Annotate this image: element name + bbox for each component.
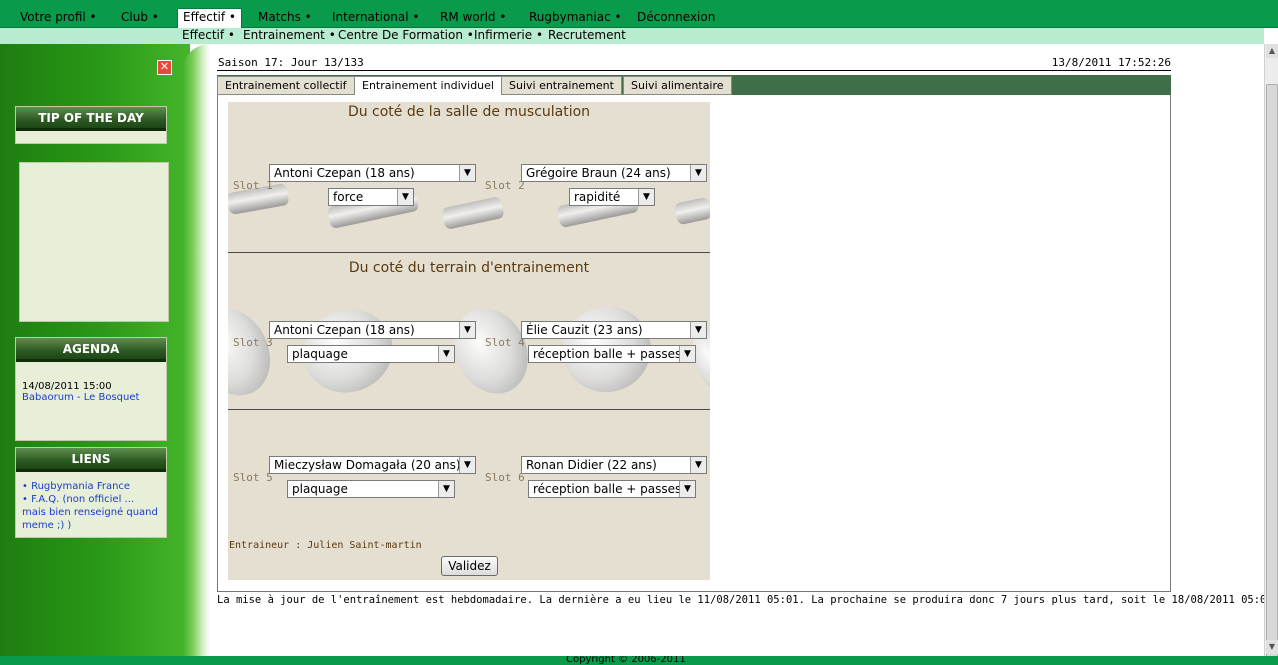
scroll-down-icon[interactable]: ▼ [1266,640,1278,654]
chevron-down-icon: ▼ [438,346,454,362]
slot-3-label: Slot 3 [233,336,273,349]
chevron-down-icon: ▼ [459,322,475,338]
slot-5-player-value: Mieczysław Domagała (20 ans) [274,458,461,472]
link-faq[interactable]: F.A.Q. (non officiel ... mais bien rense… [22,494,158,531]
slot-6-label: Slot 6 [485,471,525,484]
section-divider [228,252,710,253]
tab-suivi-alimentaire[interactable]: Suivi alimentaire [623,76,732,95]
chevron-down-icon: ▼ [397,189,413,205]
nav-deconnexion[interactable]: Déconnexion [632,9,720,28]
tip-title: TIP OF THE DAY [16,107,166,131]
slot-5-drill-value: plaquage [292,482,348,496]
slot-5-label: Slot 5 [233,471,273,484]
ad-placeholder [19,162,169,322]
rugby-ball-image [440,296,542,406]
slot-3-drill-select[interactable]: plaquage ▼ [287,345,455,363]
slot-6-drill-select[interactable]: réception balle + passes ▼ [528,480,696,498]
agenda-date: 14/08/2011 15:00 [22,381,112,392]
section-divider [228,409,710,410]
slot-6-player-value: Ronan Didier (22 ans) [526,458,657,472]
slot-2-player-value: Grégoire Braun (24 ans) [526,166,671,180]
sidebar-edge-decoration [182,44,210,665]
chevron-down-icon: ▼ [459,457,475,473]
links-box: LIENS • Rugbymania France • F.A.Q. (non … [15,447,167,538]
slot-4-player-select[interactable]: Élie Cauzit (23 ans) ▼ [521,321,707,339]
tab-entrainement-individuel[interactable]: Entrainement individuel [354,76,502,95]
scroll-up-icon[interactable]: ▲ [1266,44,1278,58]
header-rule [217,70,1171,71]
chevron-down-icon: ▼ [690,322,706,338]
slot-5-drill-select[interactable]: plaquage ▼ [287,480,455,498]
tab-bar: Entrainement collectif Entrainement indi… [217,75,1171,95]
subnav-entrainement[interactable]: Entrainement • [243,28,336,44]
tab-entrainement-collectif[interactable]: Entrainement collectif [217,76,355,95]
chevron-down-icon: ▼ [679,346,695,362]
slot-3-player-value: Antoni Czepan (18 ans) [274,323,415,337]
slot-1-player-value: Antoni Czepan (18 ans) [274,166,415,180]
field-section-title: Du coté du terrain d'entrainement [348,260,590,276]
gym-section-title: Du coté de la salle de musculation [347,104,591,120]
slot-3-player-select[interactable]: Antoni Czepan (18 ans) ▼ [269,321,476,339]
validate-button[interactable]: Validez [441,556,498,576]
chevron-down-icon: ▼ [638,189,654,205]
link-rugbymania-france[interactable]: Rugbymania France [31,481,130,492]
agenda-title: AGENDA [16,338,166,362]
agenda-box: AGENDA 14/08/2011 15:00 Babaorum - Le Bo… [15,337,167,441]
slot-6-drill-value: réception balle + passes [533,482,682,496]
copyright: Copyright © 2006-2011 [566,656,686,665]
slot-5-player-select[interactable]: Mieczysław Domagała (20 ans) ▼ [269,456,476,474]
tab-suivi-entrainement[interactable]: Suivi entrainement [501,76,622,95]
chevron-down-icon: ▼ [690,165,706,181]
coach-name: Entraineur : Julien Saint-martin [229,540,422,551]
update-note: La mise à jour de l'entraînement est heb… [217,594,1273,606]
subnav-recrutement[interactable]: Recrutement [548,28,626,44]
footer-bar: Copyright © 2006-2011 [0,656,1278,665]
slot-6-player-select[interactable]: Ronan Didier (22 ans) ▼ [521,456,707,474]
slot-3-drill-value: plaquage [292,347,348,361]
slot-4-label: Slot 4 [485,336,525,349]
nav-matchs[interactable]: Matchs • [253,9,317,28]
nav-votre-profil[interactable]: Votre profil • [15,9,102,28]
nav-international[interactable]: International • [327,9,424,28]
slot-2-drill-value: rapidité [574,190,621,204]
training-form: Du coté de la salle de musculation Slot … [228,102,710,580]
chevron-down-icon: ▼ [459,165,475,181]
scrollbar-thumb[interactable] [1266,84,1278,665]
subnav-centre-de-formation[interactable]: Centre De Formation • [338,28,474,44]
agenda-event-link[interactable]: Babaorum - Le Bosquet [22,392,160,403]
slot-2-drill-select[interactable]: rapidité ▼ [569,188,655,206]
slot-1-label: Slot 1 [233,179,273,192]
vertical-scrollbar[interactable]: ▲ ▼ [1264,44,1278,665]
slot-4-drill-select[interactable]: réception balle + passes ▼ [528,345,696,363]
chevron-down-icon: ▼ [679,481,695,497]
close-icon[interactable]: ✕ [157,60,172,75]
slot-2-player-select[interactable]: Grégoire Braun (24 ans) ▼ [521,164,707,182]
chevron-down-icon: ▼ [438,481,454,497]
chevron-down-icon: ▼ [690,457,706,473]
tip-of-the-day-box: TIP OF THE DAY [15,106,167,144]
subnav-effectif[interactable]: Effectif • [182,28,235,44]
slot-1-drill-value: force [333,190,364,204]
top-nav: Votre profil • Club • Effectif • Matchs … [0,0,1278,28]
sub-nav: Effectif • Entrainement • Centre De Form… [0,28,1264,44]
nav-rugbymaniac[interactable]: Rugbymaniac • [524,9,627,28]
server-datetime: 13/8/2011 17:52:26 [1051,56,1171,69]
subnav-infirmerie[interactable]: Infirmerie • [474,28,543,44]
slot-1-drill-select[interactable]: force ▼ [328,188,414,206]
nav-club[interactable]: Club • [116,9,164,28]
slot-2-label: Slot 2 [485,179,525,192]
slot-1-player-select[interactable]: Antoni Czepan (18 ans) ▼ [269,164,476,182]
dumbbell-image [674,196,710,226]
dumbbell-image [441,196,505,230]
links-title: LIENS [16,448,166,472]
nav-effectif[interactable]: Effectif • [177,8,242,28]
nav-rm-world[interactable]: RM world • [435,9,511,28]
rugby-ball-image [228,296,284,408]
season-info: Saison 17: Jour 13/133 [218,56,364,69]
slot-4-player-value: Élie Cauzit (23 ans) [526,323,643,337]
slot-4-drill-value: réception balle + passes [533,347,682,361]
